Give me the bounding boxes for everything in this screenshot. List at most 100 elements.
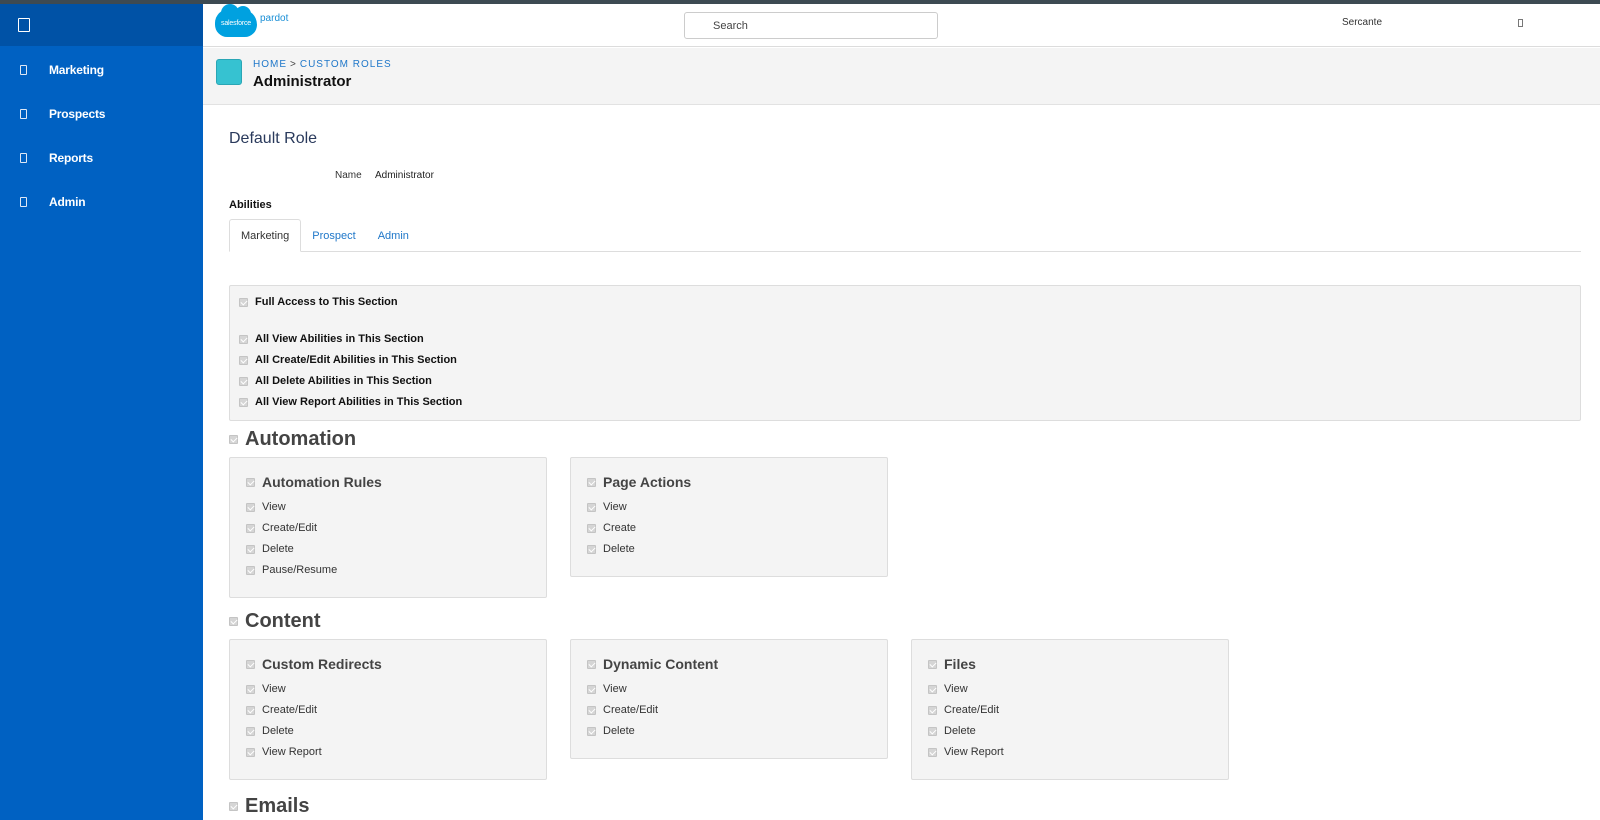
all-view-report-row[interactable]: All View Report Abilities in This Sectio…: [239, 396, 462, 408]
all-view-row[interactable]: All View Abilities in This Section: [239, 333, 424, 345]
automation-rules-card: Automation Rules View Create/Edit Delete…: [229, 457, 547, 598]
permission-checkbox[interactable]: [246, 705, 255, 715]
search-input[interactable]: [684, 12, 938, 39]
full-access-row[interactable]: Full Access to This Section: [239, 296, 398, 308]
permission-row[interactable]: View: [246, 683, 286, 695]
card-checkbox[interactable]: [587, 477, 596, 487]
name-value: Administrator: [375, 170, 434, 181]
marketing-icon: [20, 65, 27, 75]
page-actions-card: Page Actions View Create Delete: [570, 457, 888, 577]
permission-checkbox[interactable]: [246, 565, 255, 575]
permission-row[interactable]: Create/Edit: [246, 704, 317, 716]
permission-row[interactable]: Delete: [928, 725, 976, 737]
breadcrumb-home[interactable]: HOME: [253, 59, 287, 70]
permission-checkbox[interactable]: [587, 544, 596, 554]
name-label: Name: [335, 170, 362, 181]
content-checkbox[interactable]: [229, 617, 238, 626]
tab-admin[interactable]: Admin: [367, 219, 420, 252]
breadcrumb-custom-roles[interactable]: CUSTOM ROLES: [300, 59, 392, 70]
custom-redirects-card: Custom Redirects View Create/Edit Delete…: [229, 639, 547, 780]
all-delete-checkbox[interactable]: [239, 376, 248, 386]
card-title[interactable]: Automation Rules: [246, 474, 382, 490]
permission-row[interactable]: View Report: [928, 746, 1004, 758]
emails-checkbox[interactable]: [229, 802, 238, 811]
permission-checkbox[interactable]: [587, 684, 596, 694]
permission-checkbox[interactable]: [246, 502, 255, 512]
permission-row[interactable]: View: [587, 501, 627, 513]
permission-row[interactable]: Create/Edit: [246, 522, 317, 534]
permission-checkbox[interactable]: [587, 705, 596, 715]
tab-marketing[interactable]: Marketing: [229, 219, 302, 252]
main-content: Default Role Name Administrator Abilitie…: [203, 106, 1600, 820]
card-checkbox[interactable]: [246, 477, 255, 487]
page-header: HOME > CUSTOM ROLES Administrator: [203, 48, 1600, 105]
user-name[interactable]: Sercante: [1342, 17, 1382, 28]
automation-section-title[interactable]: Automation: [229, 428, 356, 451]
emails-section-title[interactable]: Emails: [229, 795, 309, 818]
sidebar-item-reports[interactable]: Reports: [0, 136, 203, 180]
permission-row[interactable]: View Report: [246, 746, 322, 758]
permission-checkbox[interactable]: [246, 747, 255, 757]
permission-checkbox[interactable]: [246, 544, 255, 554]
permission-checkbox[interactable]: [587, 523, 596, 533]
all-delete-row[interactable]: All Delete Abilities in This Section: [239, 375, 432, 387]
permission-row[interactable]: View: [587, 683, 627, 695]
salesforce-cloud-icon: salesforce: [215, 4, 257, 37]
permission-checkbox[interactable]: [928, 747, 937, 757]
sidebar-item-label: Prospects: [49, 107, 106, 121]
page-title: Administrator: [253, 73, 352, 90]
card-title[interactable]: Custom Redirects: [246, 656, 382, 672]
salesforce-pardot-logo[interactable]: salesforce pardot: [215, 4, 289, 37]
card-title[interactable]: Dynamic Content: [587, 656, 718, 672]
app-launcher[interactable]: [0, 4, 203, 46]
abilities-label: Abilities: [229, 199, 272, 211]
abilities-tabs: Marketing Prospect Admin: [229, 219, 1581, 252]
all-create-edit-row[interactable]: All Create/Edit Abilities in This Sectio…: [239, 354, 457, 366]
content-section-title[interactable]: Content: [229, 610, 321, 633]
breadcrumb-separator: >: [290, 59, 297, 70]
all-view-checkbox[interactable]: [239, 334, 248, 344]
permission-checkbox[interactable]: [587, 502, 596, 512]
card-checkbox[interactable]: [928, 659, 937, 669]
tab-prospect[interactable]: Prospect: [301, 219, 366, 252]
permission-checkbox[interactable]: [928, 726, 937, 736]
permission-row[interactable]: View: [928, 683, 968, 695]
permission-row[interactable]: Delete: [246, 725, 294, 737]
permission-checkbox[interactable]: [246, 523, 255, 533]
permission-row[interactable]: View: [246, 501, 286, 513]
sidebar-item-admin[interactable]: Admin: [0, 180, 203, 224]
all-create-edit-checkbox[interactable]: [239, 355, 248, 365]
card-checkbox[interactable]: [246, 659, 255, 669]
full-access-checkbox[interactable]: [239, 297, 248, 307]
sidebar-item-label: Admin: [49, 195, 86, 209]
permission-checkbox[interactable]: [928, 684, 937, 694]
card-title[interactable]: Files: [928, 656, 976, 672]
permission-row[interactable]: Delete: [246, 543, 294, 555]
app-launcher-icon: [18, 18, 30, 32]
permission-checkbox[interactable]: [246, 726, 255, 736]
sidebar-item-prospects[interactable]: Prospects: [0, 92, 203, 136]
permission-checkbox[interactable]: [587, 726, 596, 736]
permission-row[interactable]: Pause/Resume: [246, 564, 337, 576]
card-checkbox[interactable]: [587, 659, 596, 669]
pardot-wordmark: pardot: [260, 12, 289, 24]
reports-icon: [20, 153, 27, 163]
automation-checkbox[interactable]: [229, 435, 238, 444]
sidebar-item-marketing[interactable]: Marketing: [0, 48, 203, 92]
section-heading: Default Role: [229, 130, 318, 147]
user-menu-icon[interactable]: [1518, 19, 1523, 27]
permission-checkbox[interactable]: [928, 705, 937, 715]
section-access-panel: Full Access to This Section All View Abi…: [229, 285, 1581, 421]
permission-row[interactable]: Delete: [587, 725, 635, 737]
permission-row[interactable]: Create: [587, 522, 636, 534]
custom-role-icon: [216, 59, 242, 85]
permission-row[interactable]: Create/Edit: [928, 704, 999, 716]
permission-checkbox[interactable]: [246, 684, 255, 694]
all-view-report-checkbox[interactable]: [239, 397, 248, 407]
dynamic-content-card: Dynamic Content View Create/Edit Delete: [570, 639, 888, 759]
card-title[interactable]: Page Actions: [587, 474, 691, 490]
permission-row[interactable]: Delete: [587, 543, 635, 555]
sidebar-item-label: Reports: [49, 151, 93, 165]
permission-row[interactable]: Create/Edit: [587, 704, 658, 716]
sidebar: Marketing Prospects Reports Admin: [0, 4, 203, 820]
